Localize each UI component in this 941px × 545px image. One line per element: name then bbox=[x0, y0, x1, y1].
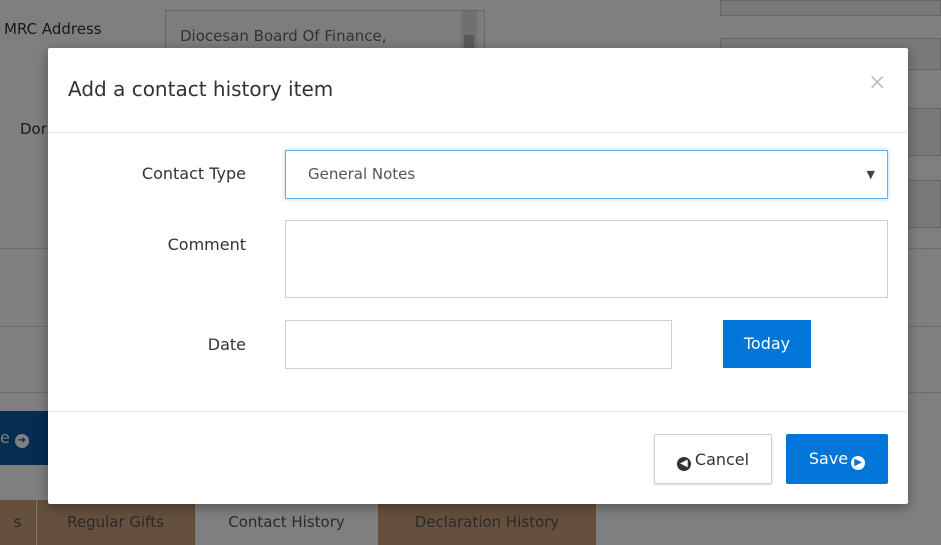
contact-type-label: Contact Type bbox=[141, 164, 246, 183]
modal-header: Add a contact history item × bbox=[48, 48, 908, 133]
modal-footer-divider bbox=[48, 411, 908, 412]
cancel-label: Cancel bbox=[694, 450, 750, 469]
contact-type-value: General Notes bbox=[308, 165, 416, 183]
close-icon[interactable]: × bbox=[868, 70, 886, 95]
comment-label: Comment bbox=[167, 235, 246, 254]
save-button[interactable]: Save ▶ bbox=[786, 434, 888, 484]
contact-history-modal: Add a contact history item × Contact Typ… bbox=[48, 48, 908, 504]
today-button[interactable]: Today bbox=[723, 320, 811, 368]
cancel-button[interactable]: ◀ Cancel bbox=[654, 434, 772, 484]
comment-textarea[interactable] bbox=[285, 220, 888, 298]
contact-type-select[interactable]: General Notes ▼ bbox=[285, 150, 888, 199]
arrow-circle-left-icon: ◀ bbox=[676, 457, 691, 471]
date-label: Date bbox=[207, 335, 246, 354]
arrow-circle-right-icon: ▶ bbox=[851, 456, 866, 470]
caret-down-icon: ▼ bbox=[866, 168, 875, 181]
modal-title: Add a contact history item bbox=[68, 77, 334, 101]
save-label: Save bbox=[808, 449, 849, 468]
date-input[interactable] bbox=[285, 320, 672, 369]
